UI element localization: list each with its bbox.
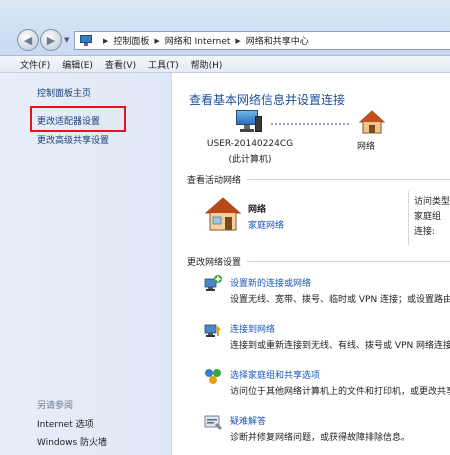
new-connection-icon (204, 275, 222, 291)
connect-to-network-link[interactable]: 连接到网络 (230, 322, 275, 335)
setup-new-connection-link[interactable]: 设置新的连接或网络 (230, 276, 311, 289)
homegroup-icon (205, 369, 221, 384)
forward-button[interactable]: ▶ (40, 29, 62, 51)
address-bar[interactable]: ▶ 控制面板 ▶ 网络和 Internet ▶ 网络和共享中心 (74, 31, 450, 50)
breadcrumb-chevron-icon[interactable]: ▶ (154, 37, 159, 45)
task-description: 连接到或重新连接到无线、有线、拨号或 VPN 网络连接。 (230, 341, 450, 351)
menu-file[interactable]: 文件(F) (20, 58, 50, 71)
menu-bar: 文件(F) 编辑(E) 查看(V) 工具(T) 帮助(H) (0, 56, 450, 73)
menu-view[interactable]: 查看(V) (105, 58, 136, 71)
computer-name: USER-20140224CG (206, 139, 294, 149)
breadcrumb-chevron-icon[interactable]: ▶ (103, 37, 108, 45)
access-type-label: 访问类型 (414, 197, 450, 207)
active-networks-title: 查看活动网络 (187, 176, 242, 186)
menu-tools[interactable]: 工具(T) (148, 58, 179, 71)
change-adapter-settings-link[interactable]: 更改适配器设置 (37, 114, 100, 127)
windows-firewall-link[interactable]: Windows 防火墙 (37, 435, 107, 448)
breadcrumb-item[interactable]: 控制面板 (113, 34, 149, 47)
troubleshoot-link[interactable]: 疑难解答 (230, 414, 266, 427)
task-description: 访问位于其他网络计算机上的文件和打印机，或更改共享设置。 (230, 387, 450, 397)
page-title: 查看基本网络信息并设置连接 (189, 93, 346, 107)
connections-label: 连接: (414, 227, 436, 237)
active-network-name: 网络 (248, 205, 267, 215)
main-content: 查看基本网络信息并设置连接 USER-20140224CG (此计算机) 网络 … (173, 73, 450, 455)
connection-line (271, 123, 349, 125)
homegroup-sharing-link[interactable]: 选择家庭组和共享选项 (230, 368, 320, 381)
control-panel-home-link[interactable]: 控制面板主页 (37, 86, 91, 99)
forward-arrow-icon: ▶ (46, 33, 56, 47)
breadcrumb-chevron-icon[interactable]: ▶ (235, 37, 240, 45)
breadcrumb-item[interactable]: 网络和 Internet (165, 34, 231, 47)
connect-network-icon (204, 324, 221, 337)
section-divider (247, 261, 450, 262)
left-task-pane: 控制面板主页 更改适配器设置 更改高级共享设置 另请参阅 Internet 选项… (0, 73, 172, 455)
computer-icon[interactable] (236, 110, 262, 134)
network-label: 网络 (357, 142, 376, 152)
this-computer-label: (此计算机) (228, 155, 272, 165)
breadcrumb: ▶ 控制面板 ▶ 网络和 Internet ▶ 网络和共享中心 (98, 34, 309, 48)
menu-help[interactable]: 帮助(H) (191, 58, 223, 71)
breadcrumb-item[interactable]: 网络和共享中心 (246, 34, 309, 47)
address-toolbar: ◀ ▶ ▼ ▶ 控制面板 ▶ 网络和 Internet ▶ 网络和共享中心 (0, 0, 450, 56)
section-divider (247, 179, 450, 180)
back-button[interactable]: ◀ (17, 29, 39, 51)
details-divider (408, 191, 409, 245)
advanced-sharing-settings-link[interactable]: 更改高级共享设置 (37, 133, 109, 146)
home-network-icon[interactable] (204, 196, 242, 232)
menu-edit[interactable]: 编辑(E) (62, 58, 93, 71)
change-settings-section: 更改网络设置 (187, 255, 450, 268)
network-house-icon[interactable] (359, 109, 385, 135)
see-also-heading: 另请参阅 (37, 401, 74, 411)
internet-options-link[interactable]: Internet 选项 (37, 417, 94, 430)
recent-pages-dropdown-icon[interactable]: ▼ (64, 36, 69, 44)
task-description: 诊断并修复网络问题，或获得故障排除信息。 (230, 433, 411, 443)
network-center-icon (78, 33, 94, 48)
back-arrow-icon: ◀ (23, 33, 33, 47)
active-networks-section: 查看活动网络 (187, 173, 450, 186)
homegroup-label: 家庭组 (414, 212, 442, 222)
task-description: 设置无线、宽带、拨号、临时或 VPN 连接；或设置路由器或访问点。 (230, 295, 450, 305)
change-settings-title: 更改网络设置 (187, 258, 242, 268)
troubleshoot-icon (204, 415, 222, 430)
home-network-link[interactable]: 家庭网络 (248, 218, 284, 231)
